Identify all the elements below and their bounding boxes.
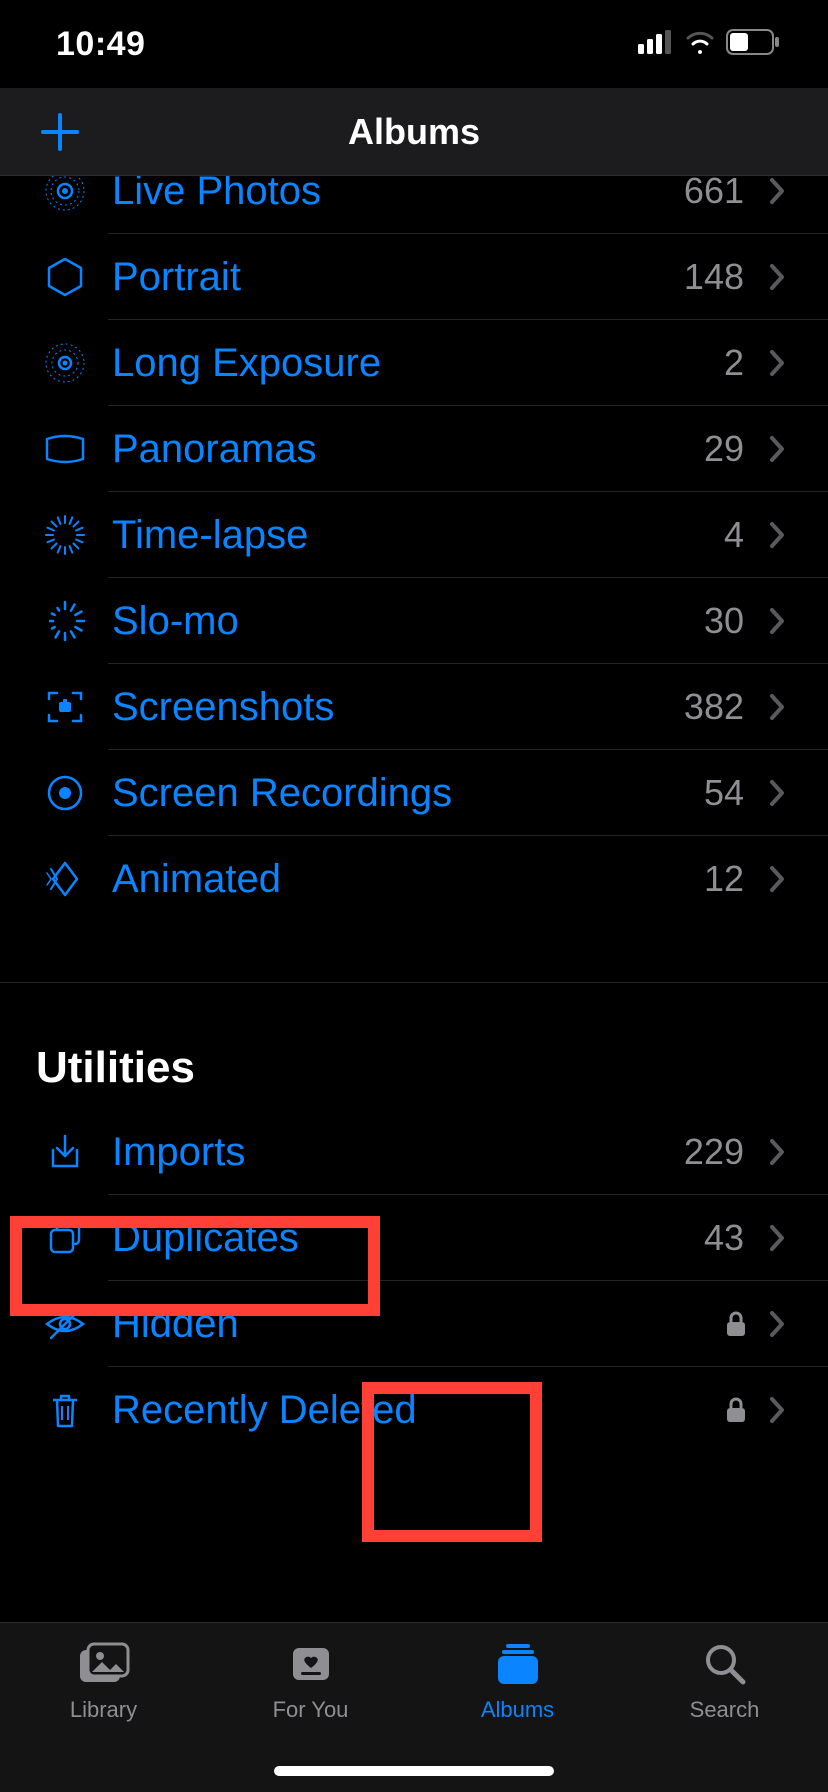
utilities-list: Imports229Duplicates43HiddenRecently Del…	[0, 1109, 828, 1453]
content-scroll[interactable]: Live Photos661Portrait148Long Exposure2P…	[0, 176, 828, 1622]
row-label: Imports	[94, 1130, 684, 1175]
navigation-bar: Albums	[0, 88, 828, 176]
chevron-right-icon	[762, 773, 792, 813]
tab-albums[interactable]: Albums	[414, 1637, 621, 1723]
utilities-row-trash[interactable]: Recently Deleted	[0, 1367, 828, 1453]
tab-library[interactable]: Library	[0, 1637, 207, 1723]
row-count: 661	[684, 176, 750, 212]
utilities-header: Utilities	[0, 983, 828, 1109]
chevron-right-icon	[762, 601, 792, 641]
utilities-row-duplicates[interactable]: Duplicates43	[0, 1195, 828, 1281]
row-count: 148	[684, 256, 750, 298]
portrait-icon	[36, 248, 94, 306]
row-label: Recently Deleted	[94, 1388, 722, 1433]
utilities-row-hidden[interactable]: Hidden	[0, 1281, 828, 1367]
chevron-right-icon	[762, 687, 792, 727]
home-indicator[interactable]	[274, 1766, 554, 1776]
screen-record-icon	[36, 764, 94, 822]
media-types-list: Live Photos661Portrait148Long Exposure2P…	[0, 176, 828, 922]
row-label: Time-lapse	[94, 513, 724, 558]
hidden-icon	[36, 1295, 94, 1353]
media_types-row-panoramas[interactable]: Panoramas29	[0, 406, 828, 492]
row-label: Long Exposure	[94, 341, 724, 386]
panoramas-icon	[36, 420, 94, 478]
albums-tab-icon	[488, 1637, 548, 1691]
chevron-right-icon	[762, 257, 792, 297]
add-button[interactable]	[30, 102, 90, 162]
status-time: 10:49	[56, 25, 145, 64]
row-label: Panoramas	[94, 427, 704, 472]
status-indicators	[638, 29, 780, 60]
media_types-row-portrait[interactable]: Portrait148	[0, 234, 828, 320]
slo-mo-icon	[36, 592, 94, 650]
library-tab-icon	[74, 1637, 134, 1691]
lock-icon	[722, 1306, 750, 1342]
tab-search[interactable]: Search	[621, 1637, 828, 1723]
row-count: 29	[704, 428, 750, 470]
media_types-row-screen-record[interactable]: Screen Recordings54	[0, 750, 828, 836]
chevron-right-icon	[762, 515, 792, 555]
media_types-row-slo-mo[interactable]: Slo-mo30	[0, 578, 828, 664]
chevron-right-icon	[762, 1304, 792, 1344]
tab-foryou[interactable]: For You	[207, 1637, 414, 1723]
chevron-right-icon	[762, 1390, 792, 1430]
media_types-row-time-lapse[interactable]: Time-lapse4	[0, 492, 828, 578]
row-label: Hidden	[94, 1302, 722, 1347]
status-bar: 10:49	[0, 0, 828, 88]
screenshots-icon	[36, 678, 94, 736]
lock-icon	[722, 1392, 750, 1428]
row-count: 43	[704, 1217, 750, 1259]
trash-icon	[36, 1381, 94, 1439]
row-label: Live Photos	[94, 176, 684, 214]
time-lapse-icon	[36, 506, 94, 564]
row-count: 30	[704, 600, 750, 642]
row-label: Duplicates	[94, 1216, 704, 1261]
imports-icon	[36, 1123, 94, 1181]
row-label: Screenshots	[94, 685, 684, 730]
row-label: Slo-mo	[94, 599, 704, 644]
media_types-row-animated[interactable]: Animated12	[0, 836, 828, 922]
tab-label: For You	[273, 1697, 349, 1723]
cellular-icon	[638, 30, 674, 59]
chevron-right-icon	[762, 429, 792, 469]
row-count: 54	[704, 772, 750, 814]
chevron-right-icon	[762, 343, 792, 383]
wifi-icon	[684, 30, 716, 59]
row-count: 4	[724, 514, 750, 556]
row-count: 12	[704, 858, 750, 900]
animated-icon	[36, 850, 94, 908]
search-tab-icon	[695, 1637, 755, 1691]
row-count: 229	[684, 1131, 750, 1173]
row-count: 2	[724, 342, 750, 384]
battery-icon	[726, 29, 780, 60]
chevron-right-icon	[762, 1218, 792, 1258]
live-photos-icon	[36, 176, 94, 220]
chevron-right-icon	[762, 1132, 792, 1172]
duplicates-icon	[36, 1209, 94, 1267]
tab-label: Search	[690, 1697, 760, 1723]
row-label: Screen Recordings	[94, 771, 704, 816]
tab-label: Library	[70, 1697, 137, 1723]
page-title: Albums	[0, 111, 828, 153]
utilities-row-imports[interactable]: Imports229	[0, 1109, 828, 1195]
tab-label: Albums	[481, 1697, 554, 1723]
long-exposure-icon	[36, 334, 94, 392]
media_types-row-long-exposure[interactable]: Long Exposure2	[0, 320, 828, 406]
media_types-row-screenshots[interactable]: Screenshots382	[0, 664, 828, 750]
foryou-tab-icon	[281, 1637, 341, 1691]
chevron-right-icon	[762, 176, 792, 211]
row-count: 382	[684, 686, 750, 728]
row-label: Animated	[94, 857, 704, 902]
row-label: Portrait	[94, 255, 684, 300]
media_types-row-live-photos[interactable]: Live Photos661	[0, 176, 828, 234]
chevron-right-icon	[762, 859, 792, 899]
